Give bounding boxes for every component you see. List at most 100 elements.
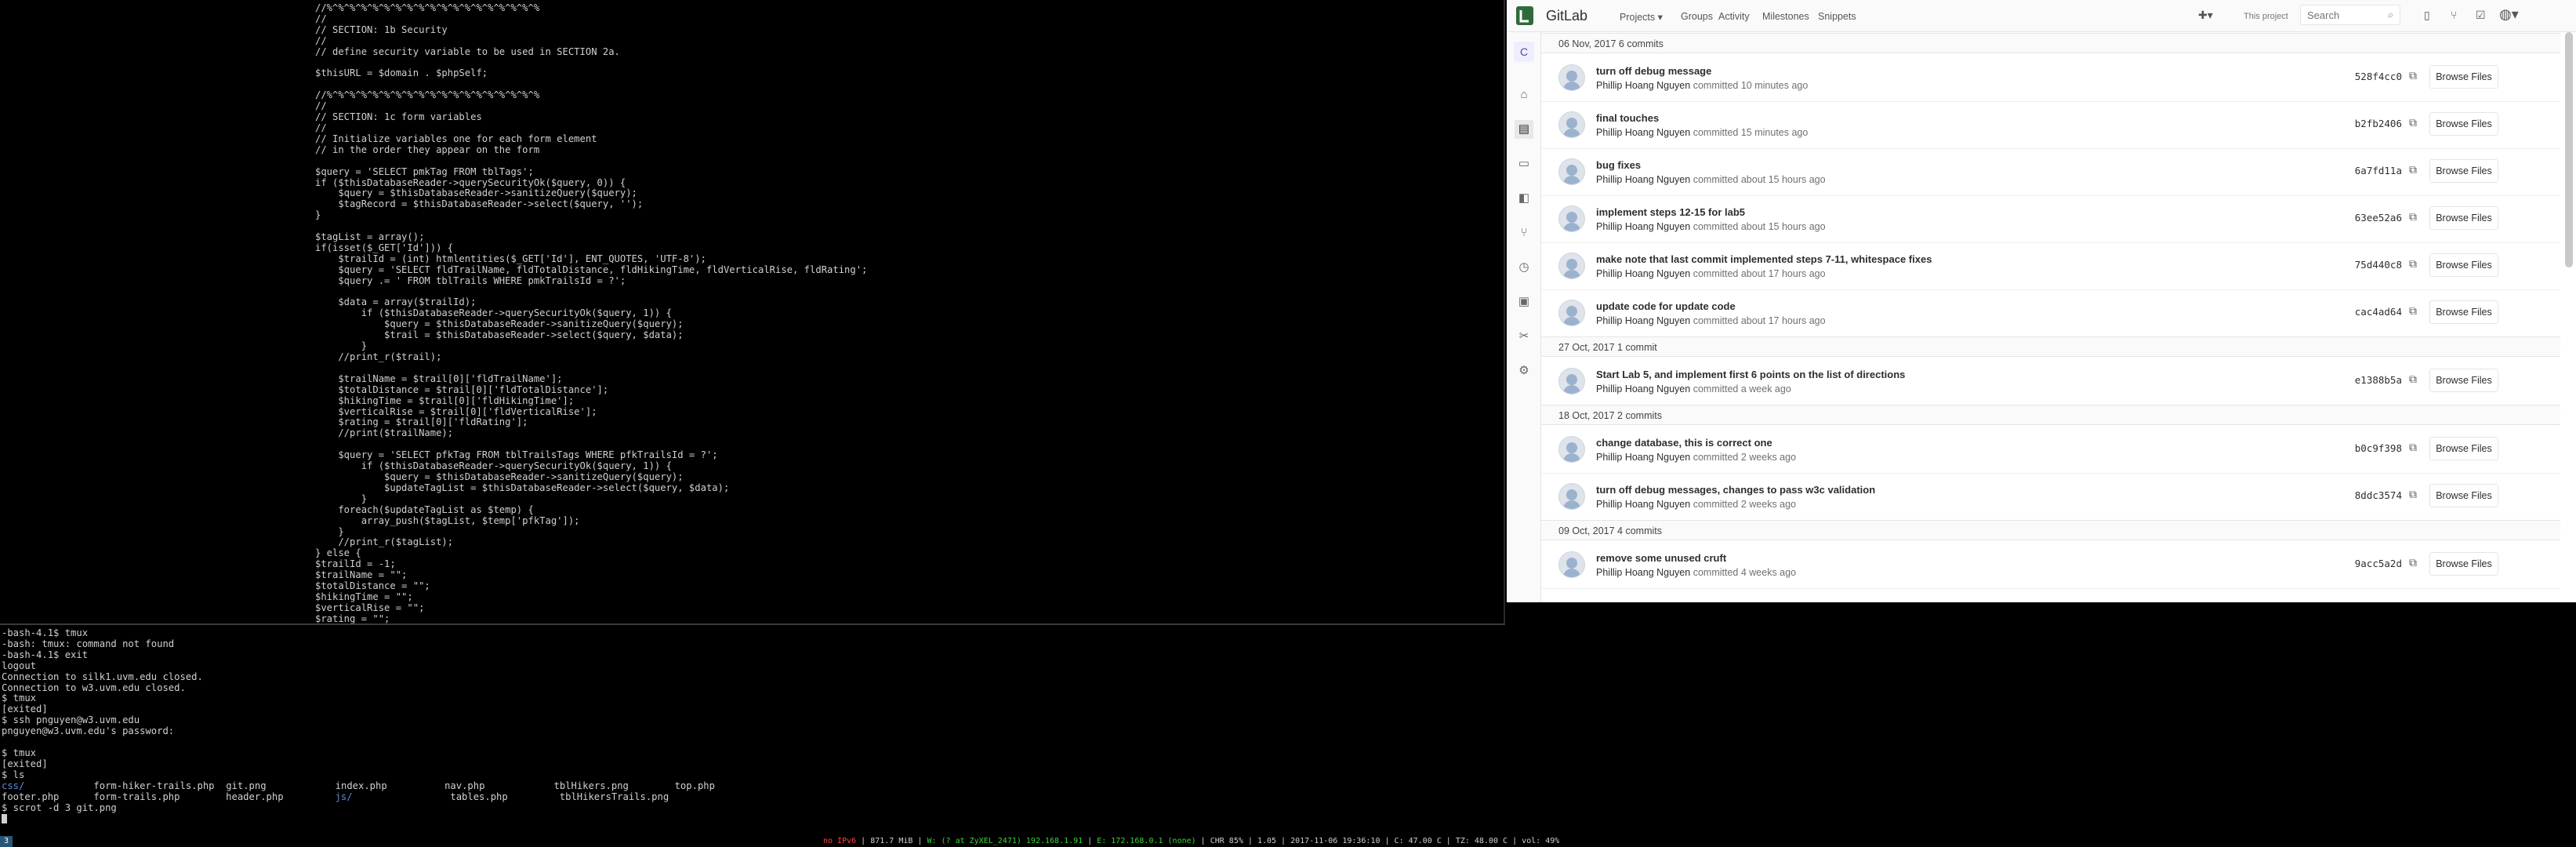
shell-pane[interactable]: -bash-4.1$ tmux -bash: tmux: command not… [0, 623, 1505, 837]
commit-author[interactable]: Phillip Hoang Nguyen [1596, 384, 1690, 394]
registry-icon[interactable]: ▭ [1515, 154, 1533, 173]
vim-line: // [315, 13, 327, 24]
commit-title[interactable]: turn off debug messages, changes to pass… [1596, 484, 1875, 496]
search-input[interactable] [2300, 5, 2400, 25]
copy-sha-icon[interactable]: ⧉ [2409, 116, 2422, 130]
merge-requests-sidebar-icon[interactable]: ⑂ [1515, 224, 1533, 242]
nav-milestones[interactable]: Milestones [1762, 11, 1809, 22]
home-icon[interactable]: ⌂ [1515, 85, 1533, 104]
commit-sha[interactable]: 8ddc3574 [2352, 489, 2402, 501]
commit-title[interactable]: bug fixes [1596, 159, 1641, 171]
copy-sha-icon[interactable]: ⧉ [2409, 163, 2422, 177]
copy-sha-icon[interactable]: ⧉ [2409, 488, 2422, 502]
nav-activity[interactable]: Activity [1718, 11, 1750, 22]
commit-author[interactable]: Phillip Hoang Nguyen [1596, 174, 1690, 185]
project-sidebar: C ⌂ ▤ ▭ ◧ ⑂ ◷ ▣ ✂ ⚙ » [1507, 32, 1541, 602]
commit-sha[interactable]: 63ee52a6 [2352, 212, 2402, 224]
commit-title[interactable]: final touches [1596, 112, 1659, 124]
commit-author[interactable]: Phillip Hoang Nguyen [1596, 499, 1690, 510]
commit-author[interactable]: Phillip Hoang Nguyen [1596, 315, 1690, 326]
commit-sha[interactable]: 9acc5a2d [2352, 558, 2402, 569]
author-avatar[interactable] [1558, 64, 1585, 91]
gitlab-brand[interactable]: GitLab [1546, 8, 1587, 24]
browse-files-button[interactable]: Browse Files [2429, 437, 2498, 460]
copy-sha-icon[interactable]: ⧉ [2409, 373, 2422, 387]
browse-files-button[interactable]: Browse Files [2429, 484, 2498, 507]
copy-sha-icon[interactable]: ⧉ [2409, 556, 2422, 570]
page-scrollbar[interactable] [2565, 32, 2573, 267]
commit-sha[interactable]: 6a7fd11a [2352, 165, 2402, 176]
commit-sha[interactable]: b2fb2406 [2352, 118, 2402, 129]
vim-pane[interactable]: //%^%^%^%^%^%^%^%^%^%^%^%^%^%^%^%^%^%^% … [0, 0, 1505, 623]
new-item-plus-icon[interactable]: ✚▾ [2198, 9, 2213, 22]
commit-sha[interactable]: b0c9f398 [2352, 442, 2402, 454]
browse-files-button[interactable]: Browse Files [2429, 159, 2498, 183]
ls-entry: nav.php [444, 780, 485, 791]
shell-line: [exited] [2, 758, 48, 769]
repository-icon[interactable]: ▤ [1515, 120, 1533, 139]
ls-entry: header.php [226, 791, 284, 802]
commit-author[interactable]: Phillip Hoang Nguyen [1596, 221, 1690, 232]
commit-author[interactable]: Phillip Hoang Nguyen [1596, 127, 1690, 138]
browse-files-button[interactable]: Browse Files [2429, 65, 2498, 89]
nav-groups[interactable]: Groups [1681, 11, 1713, 22]
commit-sha[interactable]: 528f4cc0 [2352, 71, 2402, 82]
commit-title[interactable]: remove some unused cruft [1596, 552, 1726, 564]
copy-sha-icon[interactable]: ⧉ [2409, 304, 2422, 318]
gitlab-logo-icon[interactable] [1516, 6, 1533, 25]
commit-list: 06 Nov, 2017 6 commits turn off debug mes… [1541, 32, 2560, 602]
commit-title[interactable]: turn off debug message [1596, 65, 1711, 77]
commit-title[interactable]: update code for update code [1596, 300, 1736, 312]
merge-requests-icon[interactable]: ⑂ [2451, 9, 2457, 21]
ls-entry: js/ [335, 791, 353, 802]
vim-line: // [315, 100, 327, 112]
ls-entry: form-hiker-trails.php [93, 780, 215, 791]
commit-author[interactable]: Phillip Hoang Nguyen [1596, 80, 1690, 91]
commit-title[interactable]: implement steps 12-15 for lab5 [1596, 206, 1745, 218]
settings-gear-icon[interactable]: ⚙ [1515, 362, 1533, 380]
browse-files-button[interactable]: Browse Files [2429, 253, 2498, 277]
nav-projects[interactable]: Projects ▾ [1620, 11, 1663, 23]
author-avatar[interactable] [1558, 111, 1585, 138]
author-avatar[interactable] [1558, 551, 1585, 578]
author-avatar[interactable] [1558, 368, 1585, 394]
author-avatar[interactable] [1558, 300, 1585, 326]
commit-sha[interactable]: cac4ad64 [2352, 306, 2402, 318]
browse-files-button[interactable]: Browse Files [2429, 369, 2498, 392]
project-avatar[interactable]: C [1514, 42, 1534, 62]
ci-cd-icon[interactable]: ◷ [1515, 258, 1533, 277]
copy-sha-icon[interactable]: ⧉ [2409, 257, 2422, 271]
commit-title[interactable]: change database, this is correct one [1596, 437, 1772, 449]
shell-line: [exited] [2, 703, 48, 715]
browse-files-button[interactable]: Browse Files [2429, 300, 2498, 324]
copy-sha-icon[interactable]: ⧉ [2409, 69, 2422, 83]
commit-title[interactable]: Start Lab 5, and implement first 6 point… [1596, 369, 1905, 380]
wiki-icon[interactable]: ▣ [1515, 293, 1533, 311]
author-avatar[interactable] [1558, 436, 1585, 463]
nav-snippets[interactable]: Snippets [1818, 11, 1856, 22]
browse-files-button[interactable]: Browse Files [2429, 112, 2498, 136]
copy-sha-icon[interactable]: ⧉ [2409, 210, 2422, 224]
issues-sidebar-icon[interactable]: ◧ [1515, 189, 1533, 208]
copy-sha-icon[interactable]: ⧉ [2409, 441, 2422, 455]
user-avatar-icon[interactable]: ◍▾ [2499, 6, 2519, 23]
commit-author[interactable]: Phillip Hoang Nguyen [1596, 268, 1690, 279]
browse-files-button[interactable]: Browse Files [2429, 552, 2498, 576]
author-avatar[interactable] [1558, 483, 1585, 510]
author-avatar[interactable] [1558, 253, 1585, 279]
commit-author[interactable]: Phillip Hoang Nguyen [1596, 567, 1690, 578]
commit-title[interactable]: make note that last commit implemented s… [1596, 253, 1932, 265]
issues-icon[interactable]: ▯ [2424, 9, 2430, 22]
shell-line: Connection to w3.uvm.edu closed. [2, 682, 186, 693]
snippets-icon[interactable]: ✂ [1515, 327, 1533, 346]
author-avatar[interactable] [1558, 158, 1585, 185]
todos-icon[interactable]: ☑ [2476, 9, 2486, 22]
commit-author[interactable]: Phillip Hoang Nguyen [1596, 452, 1690, 463]
commit-sha[interactable]: e1388b5a [2352, 374, 2402, 386]
vim-line: $rating = ""; [315, 613, 390, 623]
commit-meta: Phillip Hoang Nguyen committed a week ag… [1596, 384, 1791, 394]
author-avatar[interactable] [1558, 205, 1585, 232]
commit-sha[interactable]: 75d440c8 [2352, 259, 2402, 271]
workspace-indicator[interactable]: 3 [0, 836, 13, 847]
browse-files-button[interactable]: Browse Files [2429, 206, 2498, 230]
